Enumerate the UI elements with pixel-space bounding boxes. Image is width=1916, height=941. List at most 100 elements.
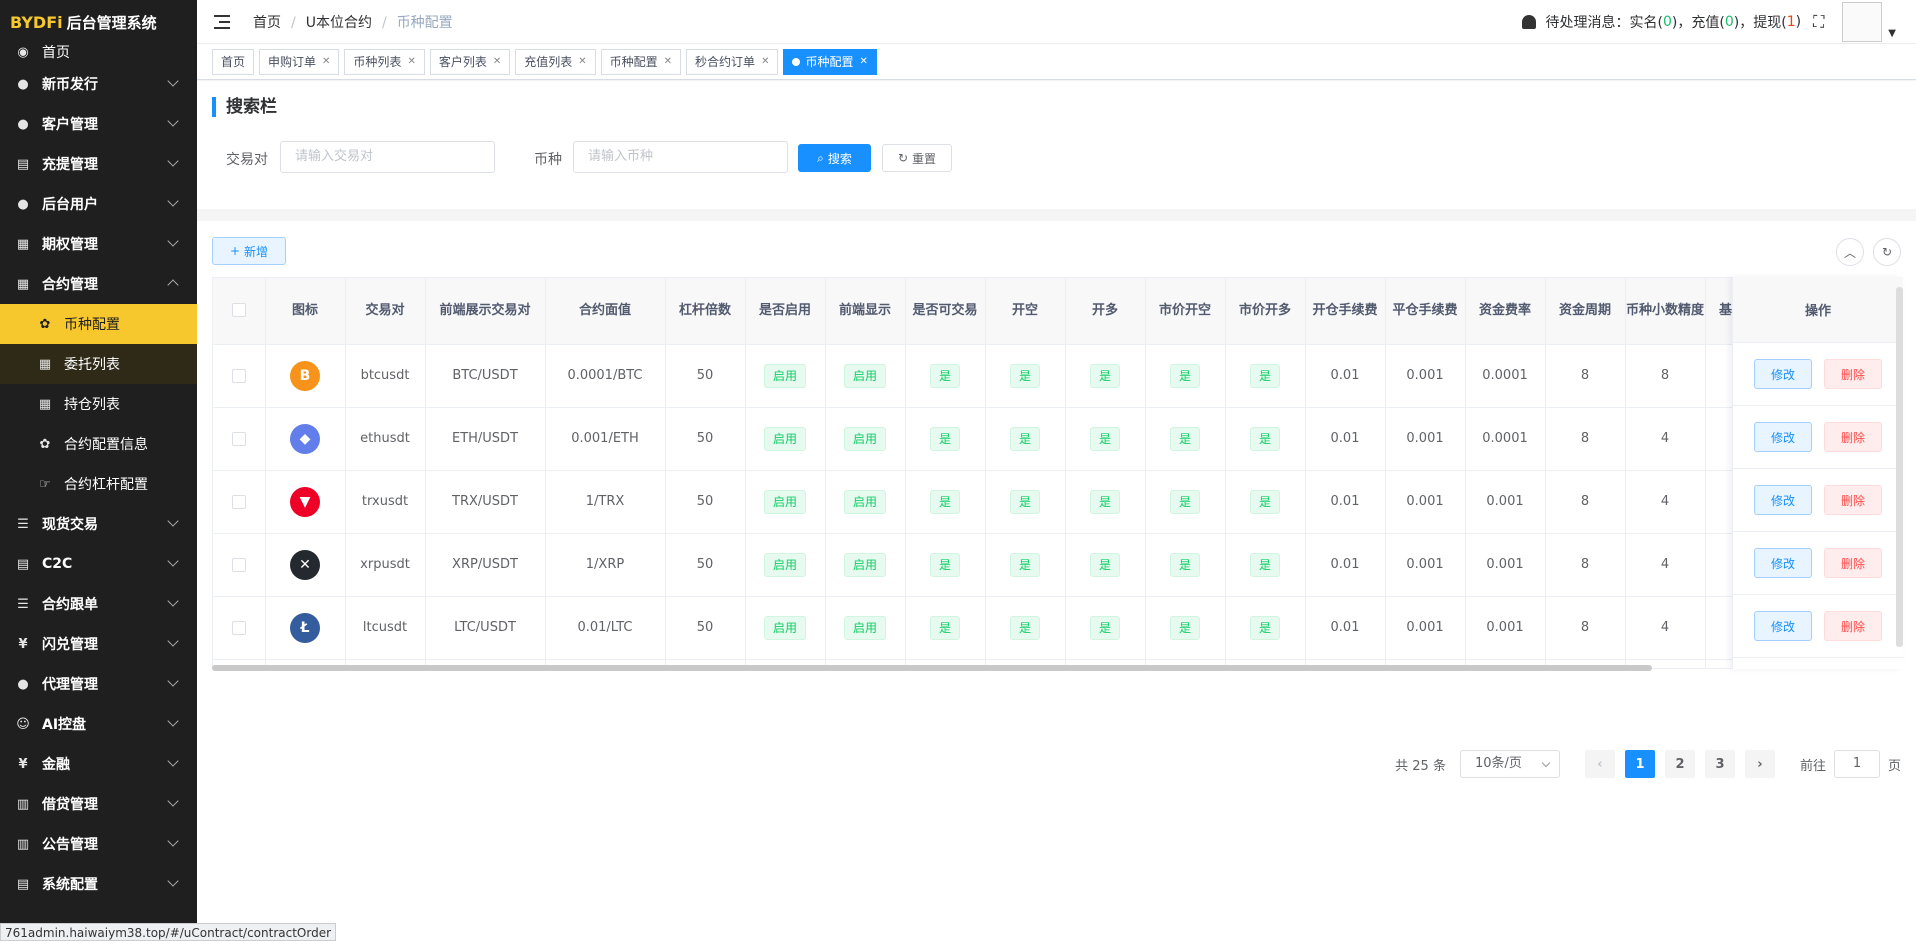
next-page-button[interactable]: › bbox=[1744, 750, 1775, 778]
breadcrumb-home[interactable]: 首页 bbox=[253, 15, 281, 31]
tag-item[interactable]: 首页 bbox=[212, 48, 255, 75]
page-size-select[interactable]: 10条/页 bbox=[1459, 750, 1560, 778]
row-checkbox[interactable] bbox=[231, 494, 246, 509]
chevron-icon bbox=[167, 875, 179, 887]
delete-button[interactable]: 删除 bbox=[1824, 359, 1882, 389]
sidebar-item[interactable]: ● 代理管理 bbox=[0, 664, 197, 704]
sidebar-item-label: 首页 bbox=[42, 45, 70, 61]
search-button[interactable]: ⌕ 搜索 bbox=[798, 144, 871, 172]
coin-input[interactable]: 请输入币种 bbox=[573, 141, 788, 173]
status-badge: 启用 bbox=[843, 426, 886, 451]
horizontal-scrollbar[interactable] bbox=[212, 665, 1652, 671]
hand-icon: ☞ bbox=[39, 476, 51, 492]
status-url: 761admin.haiwaiym38.top/#/uContract/cont… bbox=[0, 923, 337, 941]
bell-icon[interactable] bbox=[1521, 15, 1536, 29]
row-checkbox[interactable] bbox=[231, 557, 246, 572]
sidebar-item[interactable]: ▦ 持仓列表 bbox=[0, 384, 197, 424]
select-all-checkbox[interactable] bbox=[231, 303, 246, 318]
sidebar-item[interactable]: ▤ C2C bbox=[0, 544, 197, 584]
close-icon[interactable]: ✕ bbox=[407, 56, 415, 67]
sidebar-item[interactable]: ● 新币发行 bbox=[0, 64, 197, 104]
delete-button[interactable]: 删除 bbox=[1824, 422, 1882, 452]
edit-button[interactable]: 修改 bbox=[1754, 359, 1812, 389]
close-icon[interactable]: ✕ bbox=[578, 56, 586, 67]
select-all-header[interactable] bbox=[213, 278, 266, 345]
fullscreen-icon[interactable]: ⛶ bbox=[1813, 12, 1824, 32]
sidebar-item[interactable]: ☰ 现货交易 bbox=[0, 504, 197, 544]
status-badge: 是 bbox=[1249, 615, 1280, 640]
sidebar-item[interactable]: ● 客户管理 bbox=[0, 104, 197, 144]
goto-page-input[interactable]: 1 bbox=[1833, 750, 1880, 778]
cell-precision: 8 bbox=[1625, 344, 1706, 408]
hamburger-icon[interactable] bbox=[214, 14, 232, 29]
column-header: 交易对 bbox=[345, 278, 426, 345]
sidebar-item-home[interactable]: ◉ 首页 bbox=[0, 40, 197, 64]
sidebar-item[interactable]: ▥ 借贷管理 bbox=[0, 784, 197, 824]
vertical-scrollbar[interactable] bbox=[1896, 287, 1903, 647]
close-icon[interactable]: ✕ bbox=[859, 56, 867, 67]
tag-item[interactable]: 币种列表 ✕ bbox=[344, 48, 425, 75]
sidebar-item[interactable]: ▦ 委托列表 bbox=[0, 344, 197, 384]
page-2[interactable]: 2 bbox=[1664, 750, 1695, 778]
delete-button[interactable]: 删除 bbox=[1824, 548, 1882, 578]
caret-down-icon[interactable]: ▼ bbox=[1888, 28, 1896, 39]
tag-item[interactable]: 币种配置 ✕ bbox=[783, 48, 877, 75]
sidebar-item[interactable]: ▤ 充提管理 bbox=[0, 144, 197, 184]
notice-withdraw-count[interactable]: 1 bbox=[1787, 14, 1796, 30]
close-icon[interactable]: ✕ bbox=[322, 56, 330, 67]
refresh-table-icon[interactable]: ↻ bbox=[1873, 238, 1901, 266]
breadcrumb-contract[interactable]: U本位合约 bbox=[306, 15, 372, 31]
close-icon[interactable]: ✕ bbox=[493, 56, 501, 67]
notice-realname-count[interactable]: 0 bbox=[1663, 14, 1672, 30]
delete-button[interactable]: 删除 bbox=[1824, 485, 1882, 515]
edit-button[interactable]: 修改 bbox=[1754, 611, 1812, 641]
sidebar-item[interactable]: ✿ 合约配置信息 bbox=[0, 424, 197, 464]
sidebar-item[interactable]: ☺ AI控盘 bbox=[0, 704, 197, 744]
coin-label: 币种 bbox=[534, 152, 562, 168]
edit-button[interactable]: 修改 bbox=[1754, 422, 1812, 452]
sidebar-item[interactable]: ¥ 金融 bbox=[0, 744, 197, 784]
prev-page-button[interactable]: ‹ bbox=[1584, 750, 1615, 778]
search-button-label: 搜索 bbox=[827, 151, 852, 166]
sidebar-item[interactable]: ▤ 系统配置 bbox=[0, 864, 197, 904]
edit-button[interactable]: 修改 bbox=[1754, 548, 1812, 578]
edit-button[interactable]: 修改 bbox=[1754, 485, 1812, 515]
tag-item[interactable]: 币种配置 ✕ bbox=[600, 48, 682, 75]
page-1[interactable]: 1 bbox=[1624, 750, 1655, 778]
tag-item[interactable]: 秒合约订单 ✕ bbox=[686, 48, 779, 75]
pair-input[interactable]: 请输入交易对 bbox=[280, 141, 495, 173]
yen-icon: ¥ bbox=[18, 756, 28, 772]
tag-item[interactable]: 客户列表 ✕ bbox=[429, 48, 511, 75]
sidebar-item[interactable]: ☞ 合约杠杆配置 bbox=[0, 464, 197, 504]
status-badge: 启用 bbox=[843, 552, 886, 577]
tag-item[interactable]: 充值列表 ✕ bbox=[515, 48, 596, 75]
sidebar-item[interactable]: ▦ 合约管理 bbox=[0, 264, 197, 304]
cell-leverage: 50 bbox=[665, 533, 746, 597]
close-icon[interactable]: ✕ bbox=[761, 56, 769, 67]
cell-rate: 0.001 bbox=[1465, 596, 1546, 660]
collapse-search-icon[interactable]: ︿ bbox=[1836, 238, 1864, 266]
row-checkbox[interactable] bbox=[231, 620, 246, 635]
status-badge: 是 bbox=[1249, 489, 1280, 514]
chevron-icon bbox=[167, 555, 179, 567]
close-icon[interactable]: ✕ bbox=[664, 56, 672, 67]
sidebar-item[interactable]: ¥ 闪兑管理 bbox=[0, 624, 197, 664]
cell-rate: 0.001 bbox=[1465, 470, 1546, 534]
row-checkbox[interactable] bbox=[231, 368, 246, 383]
pair-label: 交易对 bbox=[226, 152, 268, 168]
delete-button[interactable]: 删除 bbox=[1824, 611, 1882, 641]
tag-label: 客户列表 bbox=[438, 55, 487, 69]
row-checkbox[interactable] bbox=[231, 431, 246, 446]
tag-item[interactable]: 申购订单 ✕ bbox=[259, 48, 340, 75]
sidebar-item[interactable]: ☰ 合约跟单 bbox=[0, 584, 197, 624]
add-button[interactable]: + 新增 bbox=[212, 237, 286, 265]
notice-deposit-count[interactable]: 0 bbox=[1725, 14, 1734, 30]
sidebar-item[interactable]: ✿ 币种配置 bbox=[0, 304, 197, 344]
sidebar-item[interactable]: ● 后台用户 bbox=[0, 184, 197, 224]
sidebar-item[interactable]: ▥ 公告管理 bbox=[0, 824, 197, 864]
sidebar-item-label: 持仓列表 bbox=[64, 397, 120, 413]
sidebar-item[interactable]: ▦ 期权管理 bbox=[0, 224, 197, 264]
reset-button[interactable]: ↻ 重置 bbox=[882, 144, 952, 172]
avatar[interactable] bbox=[1842, 2, 1883, 42]
page-3[interactable]: 3 bbox=[1704, 750, 1735, 778]
